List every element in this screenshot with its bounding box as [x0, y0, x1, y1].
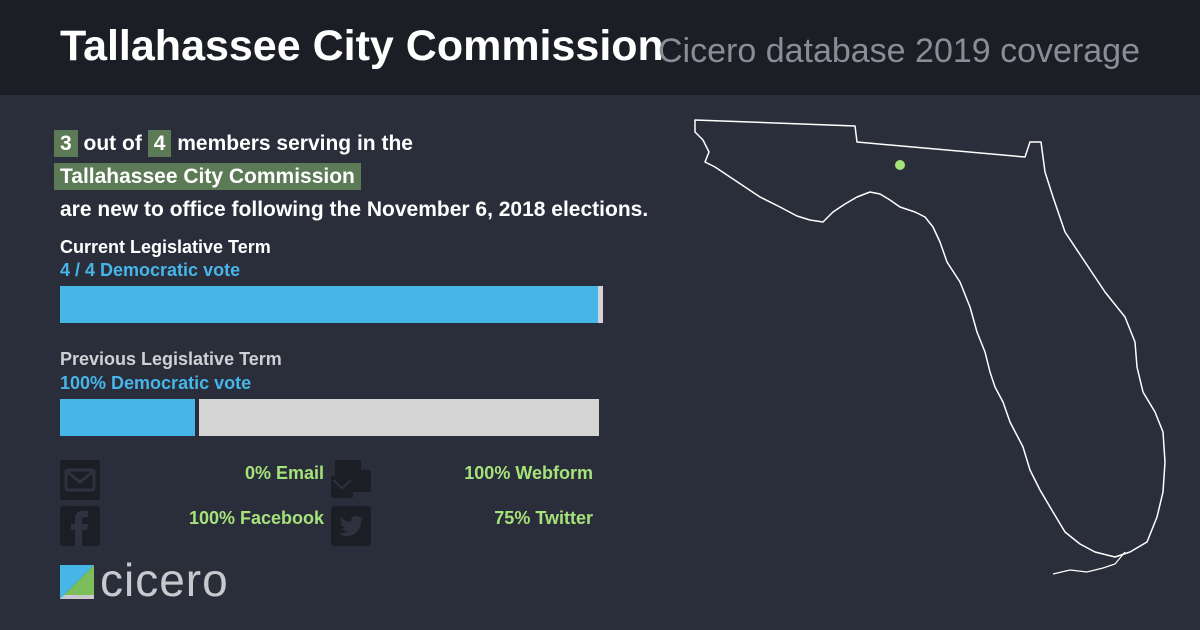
current-term-subtitle: 4 / 4 Democratic vote [60, 260, 241, 280]
previous-term-subtitle: 100% Democratic vote [60, 373, 252, 393]
headline-members: members serving in the [177, 132, 413, 155]
florida-outline [694, 119, 1166, 558]
twitter-icon [331, 506, 371, 546]
body-name-badge: Tallahassee City Commission [54, 163, 361, 190]
facebook-stat: 100% Facebook [188, 508, 324, 528]
total-count-badge: 4 [147, 130, 172, 157]
previous-term-democratic-fill [60, 399, 195, 436]
webform-icon [331, 460, 371, 500]
webform-stat: 100% Webform [464, 463, 593, 483]
headline-out-of: out of [83, 132, 142, 155]
headline-suffix: are new to office following the November… [60, 198, 649, 221]
new-count-badge: 3 [54, 130, 78, 157]
previous-term-title: Previous Legislative Term [60, 349, 282, 369]
florida-keys [1052, 551, 1126, 575]
header-bar: Tallahassee City Commission Cicero datab… [0, 0, 1200, 95]
previous-term-bar-divider [195, 399, 199, 436]
current-term-bar [60, 286, 603, 323]
current-term-democratic-fill [60, 286, 598, 323]
email-icon [60, 460, 100, 500]
current-term-title: Current Legislative Term [60, 237, 271, 257]
previous-term-bar [60, 399, 599, 436]
cicero-logo-text: cicero [100, 554, 229, 606]
facebook-icon [60, 506, 100, 546]
cicero-logo-mark [60, 565, 94, 599]
headline: 3 out of 4 members serving in the Tallah… [54, 127, 774, 226]
headline-line-1: 3 out of 4 members serving in the [54, 127, 774, 160]
page-title: Tallahassee City Commission [60, 22, 664, 70]
tallahassee-marker [895, 160, 905, 170]
twitter-stat: 75% Twitter [494, 508, 593, 528]
page-subtitle: Cicero database 2019 coverage [658, 32, 1140, 70]
headline-line-2: Tallahassee City Commission [54, 160, 774, 193]
florida-map [694, 119, 1166, 575]
email-stat: 0% Email [244, 463, 324, 483]
